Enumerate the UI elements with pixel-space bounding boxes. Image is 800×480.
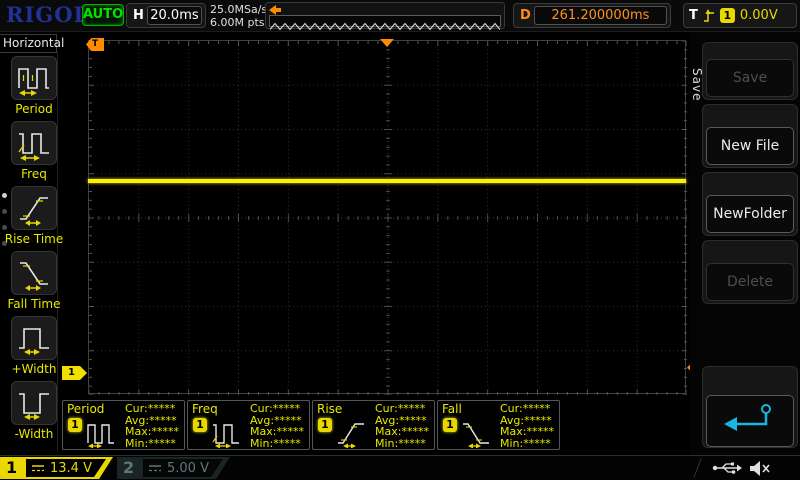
oscilloscope-screen: RIGOL AUTO H 20.0ms 25.0MSa/s 6.00M pts … xyxy=(0,0,800,480)
freq-icon xyxy=(211,418,245,448)
page-indicator-dot-2 xyxy=(2,209,7,214)
trigger-delay-box: D 261.200000ms xyxy=(513,3,671,28)
channel1-readout: 13.4 V xyxy=(26,459,106,477)
channel1-trace xyxy=(88,179,686,183)
trigger-label: T xyxy=(689,8,698,23)
memory-depth: 6.00M pts xyxy=(210,16,267,29)
sidebar-item-pos-width[interactable] xyxy=(11,316,57,360)
preview-position-arrow-icon xyxy=(269,5,282,15)
timebase-label: H xyxy=(133,8,144,23)
sidebar-item-freq[interactable] xyxy=(11,121,57,165)
trigger-status-box: T 1 0.00V xyxy=(683,3,797,28)
softkey-menu: Save Save New File NewFolder Delete xyxy=(690,32,800,455)
brand-logo: RIGOL xyxy=(6,2,89,27)
sidebar-item-rise-time[interactable] xyxy=(11,186,57,230)
measurement-channel-badge: 1 xyxy=(68,418,82,432)
channel1-ground-marker: 1 xyxy=(62,366,87,380)
fall-time-icon xyxy=(11,251,57,295)
rise-time-icon xyxy=(336,418,370,448)
sidebar-label-period: Period xyxy=(0,102,68,116)
timebase-value: 20.0ms xyxy=(147,6,202,25)
measurement-values: Cur:***** Avg:***** Max:***** Min:***** xyxy=(375,403,429,449)
measurement-box-period: Period 1 Cur:***** Avg:***** Max:***** M… xyxy=(62,400,185,450)
page-indicator-dot-3 xyxy=(2,225,7,230)
pos-width-icon xyxy=(11,316,57,360)
usb-icon xyxy=(712,461,742,475)
sidebar-label-fall-time: Fall Time xyxy=(0,297,68,311)
measurement-channel-badge: 1 xyxy=(443,418,457,432)
rise-time-icon xyxy=(11,186,57,230)
sidebar-item-fall-time[interactable] xyxy=(11,251,57,295)
measurement-title: Fall xyxy=(442,402,462,416)
dc-coupling-icon xyxy=(148,463,162,473)
softkey-delete[interactable]: Delete xyxy=(702,240,798,304)
edge-trigger-slope-icon xyxy=(703,8,715,24)
channel1-block[interactable]: 1 13.4 V xyxy=(0,457,113,479)
page-indicator-dot-1 xyxy=(2,193,7,198)
page-indicator-dot-4 xyxy=(2,241,7,246)
speaker-muted-icon xyxy=(748,460,772,477)
softkey-save[interactable]: Save xyxy=(702,42,798,100)
sidebar-label-neg-width: -Width xyxy=(0,427,68,441)
run-status-badge: AUTO xyxy=(82,4,124,26)
save-button[interactable]: Save xyxy=(706,59,794,97)
period-icon xyxy=(11,56,57,100)
new-file-button[interactable]: New File xyxy=(706,127,794,165)
channel1-number: 1 xyxy=(6,458,17,478)
memory-waveform-preview xyxy=(265,2,505,29)
trigger-source-badge: 1 xyxy=(720,8,735,23)
measurement-box-freq: Freq 1 Cur:***** Avg:***** Max:***** Min… xyxy=(187,400,310,450)
top-status-bar: RIGOL AUTO H 20.0ms 25.0MSa/s 6.00M pts … xyxy=(0,0,800,32)
horizontal-timebase-box: H 20.0ms xyxy=(126,3,206,28)
measurement-channel-badge: 1 xyxy=(318,418,332,432)
softkey-new-file[interactable]: New File xyxy=(702,104,798,168)
channel2-readout: 5.00 V xyxy=(143,459,223,477)
measurement-channel-badge: 1 xyxy=(193,418,207,432)
sidebar-item-period[interactable] xyxy=(11,56,57,100)
sidebar-label-pos-width: +Width xyxy=(0,362,68,376)
measurement-box-fall: Fall 1 Cur:***** Avg:***** Max:***** Min… xyxy=(437,400,560,450)
measurement-title: Freq xyxy=(192,402,218,416)
sidebar-label-rise-time: Rise Time xyxy=(0,232,68,246)
freq-icon xyxy=(11,121,57,165)
channel1-scale: 13.4 V xyxy=(50,461,92,476)
dc-coupling-icon xyxy=(31,463,45,473)
fall-time-icon xyxy=(461,418,495,448)
measurement-values: Cur:***** Avg:***** Max:***** Min:***** xyxy=(500,403,554,449)
return-arrow-icon xyxy=(720,400,780,436)
status-divider xyxy=(693,458,701,478)
sidebar-item-neg-width[interactable] xyxy=(11,381,57,425)
grid-lines xyxy=(89,41,687,395)
measure-category-header: Horizontal xyxy=(0,34,57,53)
softkey-back[interactable] xyxy=(702,366,798,448)
sample-rate: 25.0MSa/s xyxy=(210,3,267,16)
period-icon xyxy=(86,418,120,448)
back-button[interactable] xyxy=(706,395,794,447)
neg-width-icon xyxy=(11,381,57,425)
channel2-scale: 5.00 V xyxy=(167,461,209,476)
measurement-title: Period xyxy=(67,402,104,416)
preview-zigzag-wave-icon xyxy=(270,21,500,31)
channel2-number: 2 xyxy=(123,458,134,478)
measurement-values: Cur:***** Avg:***** Max:***** Min:***** xyxy=(250,403,304,449)
delay-label: D xyxy=(520,8,531,23)
measurement-values: Cur:***** Avg:***** Max:***** Min:***** xyxy=(125,403,179,449)
preview-wave-window xyxy=(269,15,501,27)
sidebar-label-freq: Freq xyxy=(0,167,68,181)
delete-button[interactable]: Delete xyxy=(706,263,794,301)
delay-value: 261.200000ms xyxy=(534,6,667,25)
measurement-title: Rise xyxy=(317,402,342,416)
graticule xyxy=(88,40,686,394)
acquisition-readout: 25.0MSa/s 6.00M pts xyxy=(210,3,267,29)
trigger-position-marker-icon xyxy=(380,39,394,47)
measurement-box-rise: Rise 1 Cur:***** Avg:***** Max:***** Min… xyxy=(312,400,435,450)
channel-status-bar: 1 13.4 V 2 5.00 V xyxy=(0,455,800,480)
softkey-new-folder[interactable]: NewFolder xyxy=(702,172,798,236)
trigger-level-value: 0.00V xyxy=(740,8,778,23)
new-folder-button[interactable]: NewFolder xyxy=(706,195,794,233)
channel2-block[interactable]: 2 5.00 V xyxy=(117,457,230,479)
